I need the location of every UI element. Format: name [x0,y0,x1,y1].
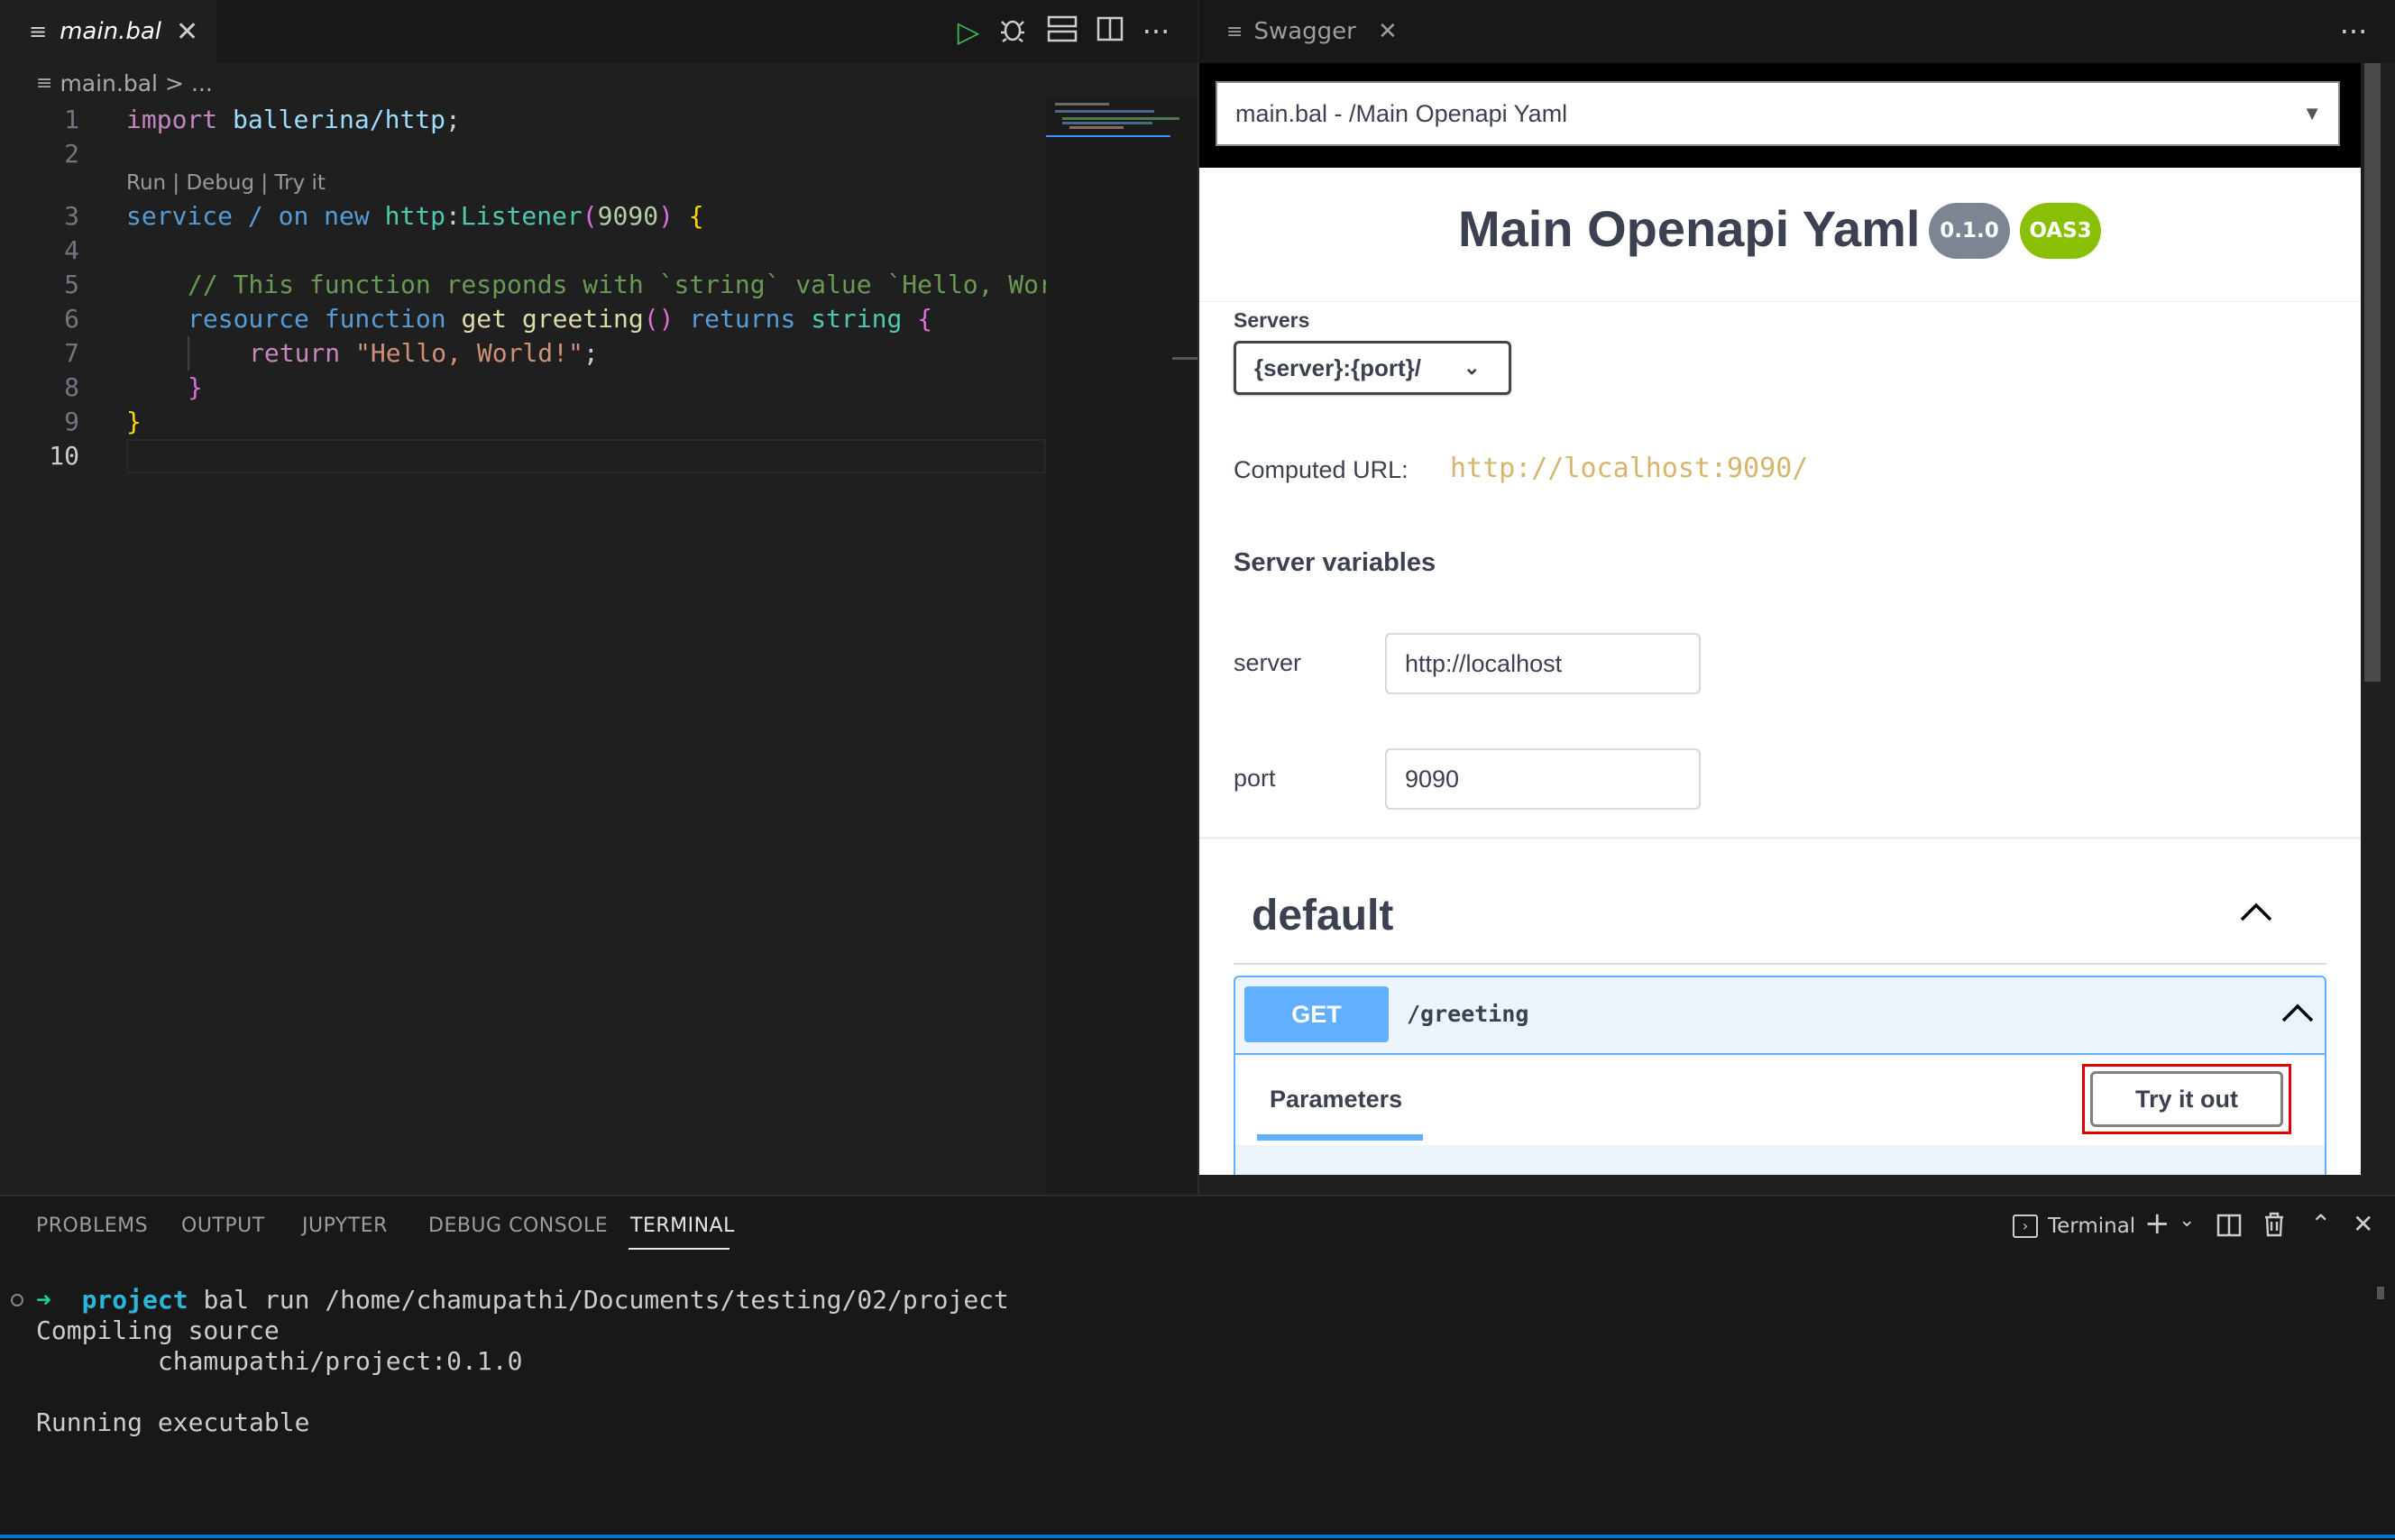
tab-jupyter[interactable]: JUPYTER [302,1215,388,1237]
breadcrumb-file[interactable]: main.bal [60,70,158,96]
line-number: 6 [64,304,79,334]
trash-icon[interactable] [2262,1211,2286,1242]
code-line-5[interactable]: // This function responds with `string` … [188,268,1046,302]
current-line-highlight [126,439,1046,473]
tab-terminal[interactable]: TERMINAL [630,1215,735,1237]
get-method-badge: GET [1244,986,1389,1042]
command-status-dot[interactable] [11,1294,23,1306]
tab-debug-console[interactable]: DEBUG CONSOLE [428,1215,608,1237]
chevron-down-icon[interactable]: ⌄ [2179,1209,2195,1232]
indent-guide [188,336,189,371]
minimap[interactable] [1046,99,1198,1193]
split-editor-icon[interactable] [1092,14,1128,50]
split-terminal-icon[interactable] [2216,1213,2242,1242]
bottom-panel: PROBLEMS OUTPUT JUPYTER DEBUG CONSOLE TE… [0,1195,2395,1540]
line-number: 10 [49,441,79,471]
parameters-tab[interactable]: Parameters [1270,1086,1402,1114]
more-actions-icon[interactable]: ··· [2335,14,2372,49]
tab-problems[interactable]: PROBLEMS [36,1215,148,1237]
line-number: 3 [64,201,79,231]
code-line-9[interactable]: } [126,405,142,439]
swagger-ui: main.bal - /Main Openapi Yaml ▼ Main Ope… [1199,63,2361,1175]
code-line-7[interactable]: return "Hello, World!"; [249,336,599,371]
line-number: 5 [64,270,79,299]
editor-tab-label: main.bal [60,18,161,45]
servers-select-value: {server}:{port}/ [1254,354,1421,381]
prompt-command: bal run /home/chamupathi/Documents/testi… [203,1285,1009,1315]
toggle-layout-icon[interactable] [1044,14,1080,50]
prompt-arrow-icon: ➜ [36,1285,51,1315]
chevron-down-icon: ⌄ [1464,356,1481,379]
status-bar-edge [0,1535,2395,1538]
caret-down-icon: ▼ [2302,102,2322,124]
line-number: 9 [64,407,79,436]
line-number: 4 [64,235,79,265]
line-number: 8 [64,372,79,402]
line-number: 2 [64,139,79,169]
chevron-up-icon[interactable] [2280,995,2316,1035]
close-icon[interactable]: ✕ [176,16,198,48]
code-line-3[interactable]: service / on new http:Listener(9090) { [126,199,704,234]
file-lines-icon: ≡ [29,19,48,44]
swagger-tab[interactable]: ≡ Swagger ✕ [1199,0,1416,63]
computed-url-label: Computed URL: [1234,456,1409,483]
chevron-up-icon[interactable] [2236,893,2276,936]
parameters-tab-underline [1257,1134,1423,1141]
editor-scrollbar[interactable] [1172,357,1198,360]
api-title: Main Openapi Yaml [1458,200,1921,257]
terminal-scrollbar[interactable] [2377,1287,2384,1299]
chevron-right-icon: > [164,69,184,96]
server-variable-input[interactable]: http://localhost [1385,633,1701,694]
swagger-tab-label: Swagger [1253,18,1356,45]
servers-select[interactable]: {server}:{port}/ ⌄ [1234,341,1511,395]
divider [1234,963,2326,965]
breadcrumb-rest[interactable]: ... [191,70,213,96]
try-it-out-button[interactable]: Try it out [2090,1071,2283,1127]
tag-section-title[interactable]: default [1252,891,1393,940]
variable-label-server: server [1234,649,1302,676]
run-icon[interactable]: ▷ [950,14,986,49]
divider [1199,301,2361,302]
terminal-line-command: ➜ project bal run /home/chamupathi/Docum… [36,1285,1009,1315]
line-number: 7 [64,338,79,368]
variable-label-port: port [1234,765,1276,792]
breadcrumb: ≡ main.bal > ... [36,65,213,101]
version-badge: 0.1.0 [1929,203,2010,259]
code-line-1[interactable]: import ballerina/http; [126,103,461,137]
divider [1199,837,2361,839]
spec-selector[interactable]: main.bal - /Main Openapi Yaml ▼ [1216,81,2340,146]
port-variable-input[interactable]: 9090 [1385,748,1701,810]
operation-path: /greeting [1407,1001,1529,1027]
file-lines-icon: ≡ [1226,20,1243,43]
more-actions-icon[interactable]: ··· [1138,14,1174,49]
operation-summary[interactable] [1235,977,2325,1055]
maximize-panel-icon[interactable]: ⌃ [2310,1209,2331,1239]
code-line-8[interactable]: } [188,371,203,405]
servers-label: Servers [1234,308,1310,332]
editor-tab-main-bal[interactable]: ≡ main.bal ✕ [0,0,216,63]
close-icon[interactable]: ✕ [1378,18,1398,45]
terminal-line: Running executable [36,1407,310,1437]
debug-icon[interactable] [995,14,1031,50]
terminal-line: Compiling source [36,1315,280,1345]
add-terminal-icon[interactable]: + [2144,1205,2170,1242]
close-panel-icon[interactable]: ✕ [2353,1209,2373,1239]
code-line-6[interactable]: resource function get greeting() returns… [188,302,932,336]
server-variables-heading: Server variables [1234,548,1436,577]
oas-badge: OAS3 [2020,203,2101,259]
codelens-run-debug[interactable]: Run | Debug | Try it [126,171,326,195]
swagger-topbar: main.bal - /Main Openapi Yaml ▼ [1199,63,2361,168]
terminal-icon: › [2013,1215,2038,1238]
spec-selector-value: main.bal - /Main Openapi Yaml [1235,100,1568,127]
prompt-project: project [81,1285,188,1315]
line-number: 1 [64,105,79,134]
active-tab-underline [629,1248,730,1250]
split-divider[interactable] [1198,63,1199,1195]
terminal-instance-label[interactable]: Terminal [2048,1215,2135,1238]
swagger-scrollbar-thumb[interactable] [2364,63,2381,682]
computed-url-value: http://localhost:9090/ [1450,453,1809,484]
file-lines-icon: ≡ [36,71,53,95]
tab-output[interactable]: OUTPUT [181,1215,265,1237]
terminal-line: chamupathi/project:0.1.0 [36,1346,523,1376]
